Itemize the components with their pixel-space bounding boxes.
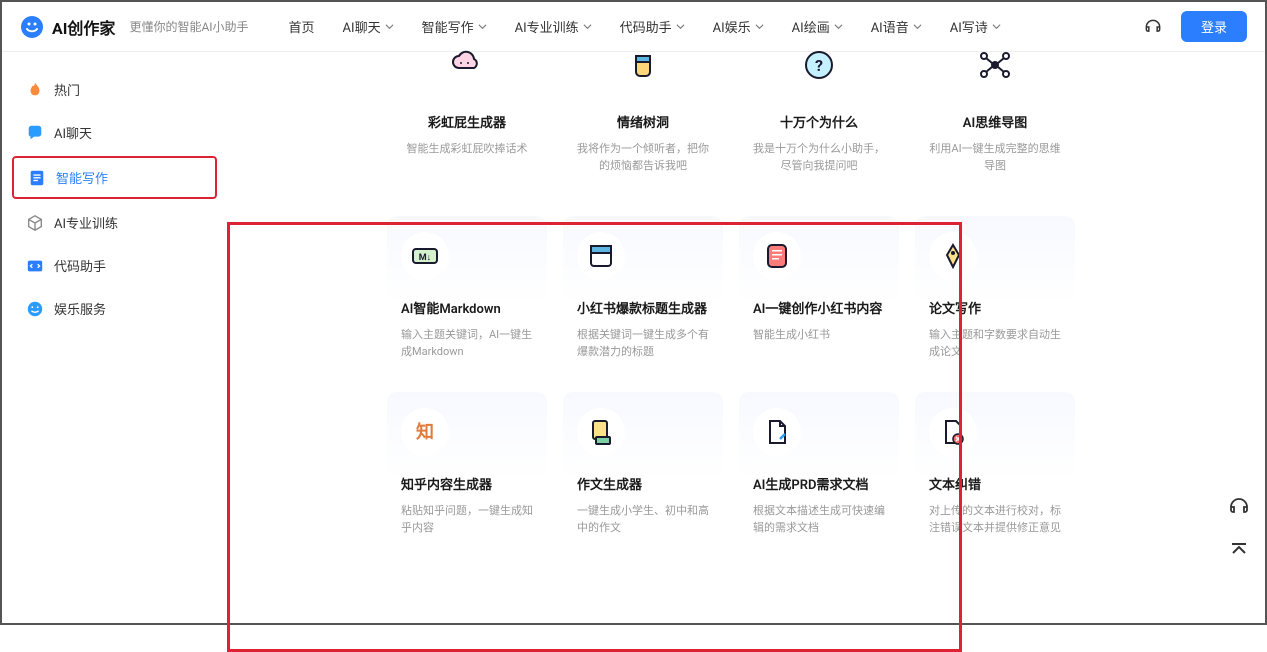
markdown-icon: M↓	[401, 232, 449, 280]
nav-draw[interactable]: AI绘画	[792, 17, 843, 36]
svg-text:M↓: M↓	[419, 253, 431, 263]
float-support-icon[interactable]	[1227, 495, 1251, 519]
card-desc: 根据文本描述生成可快速编辑的需求文档	[753, 503, 885, 536]
nav-code[interactable]: 代码助手	[620, 17, 685, 36]
nav-aichat[interactable]: AI聊天	[343, 17, 394, 36]
top-card-why[interactable]: ? 十万个为什么 我是十万个为什么小助手，尽管向我提问吧	[739, 48, 899, 188]
cloud-icon	[450, 48, 484, 82]
card-title: 小红书爆款标题生成器	[577, 298, 709, 317]
card-title: AI智能Markdown	[401, 298, 533, 317]
card-desc: 我是十万个为什么小助手，尽管向我提问吧	[749, 141, 889, 174]
nav-fun[interactable]: AI娱乐	[713, 17, 764, 36]
sidebar-label: AI聊天	[54, 123, 92, 142]
chevron-down-icon	[834, 22, 843, 31]
card-desc: 输入主题和字数要求自动生成论文	[929, 327, 1061, 360]
pen-icon	[929, 232, 977, 280]
brand-name: AI创作家	[52, 15, 115, 39]
cube-icon	[26, 214, 44, 232]
card-title: 文本纠错	[929, 474, 1061, 493]
sidebar-label: 智能写作	[56, 168, 108, 187]
zhihu-icon: 知	[401, 408, 449, 456]
sidebar-item-aichat[interactable]: AI聊天	[12, 113, 217, 152]
sidebar-item-writing[interactable]: 智能写作	[12, 156, 217, 199]
login-button[interactable]: 登录	[1181, 11, 1247, 42]
sidebar-item-hot[interactable]: 热门	[12, 70, 217, 109]
top-nav: 首页 AI聊天 智能写作 AI专业训练 代码助手 AI娱乐 AI绘画 AI语音 …	[289, 17, 1001, 36]
svg-text:?: ?	[815, 56, 823, 75]
question-icon: ?	[802, 48, 836, 82]
chevron-down-icon	[478, 22, 487, 31]
sidebar-item-code[interactable]: 代码助手	[12, 246, 217, 285]
card-title: 知乎内容生成器	[401, 474, 533, 493]
sidebar-label: 热门	[54, 80, 80, 99]
card-desc: 智能生成小红书	[753, 327, 885, 344]
card-essay[interactable]: 作文生成器 一键生成小学生、初中和高中的作文	[563, 392, 723, 552]
card-desc: 我将作为一个倾听者，把你的烦恼都告诉我吧	[573, 141, 713, 174]
chat-icon	[26, 124, 44, 142]
card-desc: 智能生成彩虹屁吹捧话术	[397, 141, 537, 158]
sidebar-item-pro[interactable]: AI专业训练	[12, 203, 217, 242]
scroll-top-icon[interactable]	[1227, 539, 1251, 563]
note-icon	[753, 232, 801, 280]
doc-icon	[28, 169, 46, 187]
chevron-down-icon	[755, 22, 764, 31]
card-title: AI生成PRD需求文档	[753, 474, 885, 493]
mindmap-icon	[978, 48, 1012, 82]
card-correct[interactable]: 文本纠错 对上传的文本进行校对，标注错误文本并提供修正意见	[915, 392, 1075, 552]
chevron-down-icon	[583, 22, 592, 31]
smile-icon	[26, 300, 44, 318]
card-title: 情绪树洞	[573, 112, 713, 131]
nav-writing[interactable]: 智能写作	[422, 17, 487, 36]
card-desc: 根据关键词一键生成多个有爆款潜力的标题	[577, 327, 709, 360]
sidebar-label: AI专业训练	[54, 213, 118, 232]
card-desc: 利用AI一键生成完整的思维导图	[925, 141, 1065, 174]
card-title: 论文写作	[929, 298, 1061, 317]
card-zhihu[interactable]: 知 知乎内容生成器 粘贴知乎问题，一键生成知乎内容	[387, 392, 547, 552]
sidebar-label: 娱乐服务	[54, 299, 106, 318]
logo-icon	[20, 15, 44, 39]
card-desc: 粘贴知乎问题，一键生成知乎内容	[401, 503, 533, 536]
nav-pro[interactable]: AI专业训练	[515, 17, 592, 36]
card-prd[interactable]: AI生成PRD需求文档 根据文本描述生成可快速编辑的需求文档	[739, 392, 899, 552]
card-title: 彩虹屁生成器	[397, 112, 537, 131]
code-icon	[26, 257, 44, 275]
top-card-mindmap[interactable]: AI思维导图 利用AI一键生成完整的思维导图	[915, 48, 1075, 188]
card-desc: 一键生成小学生、初中和高中的作文	[577, 503, 709, 536]
card-desc: 对上传的文本进行校对，标注错误文本并提供修正意见	[929, 503, 1061, 536]
card-title: AI思维导图	[925, 112, 1065, 131]
prd-icon	[753, 408, 801, 456]
support-icon[interactable]	[1143, 17, 1163, 37]
cup-icon	[626, 48, 660, 82]
card-xhs-title[interactable]: 小红书爆款标题生成器 根据关键词一键生成多个有爆款潜力的标题	[563, 216, 723, 376]
chevron-down-icon	[913, 22, 922, 31]
svg-text:知: 知	[416, 421, 434, 443]
card-xhs-content[interactable]: AI一键创作小红书内容 智能生成小红书	[739, 216, 899, 376]
card-title: 作文生成器	[577, 474, 709, 493]
card-title: 十万个为什么	[749, 112, 889, 131]
fire-icon	[26, 81, 44, 99]
sidebar-item-fun[interactable]: 娱乐服务	[12, 289, 217, 328]
nav-poem[interactable]: AI写诗	[950, 17, 1001, 36]
chevron-down-icon	[676, 22, 685, 31]
top-card-rainbow[interactable]: 彩虹屁生成器 智能生成彩虹屁吹捧话术	[387, 48, 547, 188]
nav-voice[interactable]: AI语音	[871, 17, 922, 36]
subtitle: 更懂你的智能AI小助手	[129, 18, 248, 35]
card-markdown[interactable]: M↓ AI智能Markdown 输入主题关键词，AI一键生成Markdown	[387, 216, 547, 376]
essay-icon	[577, 408, 625, 456]
sidebar-label: 代码助手	[54, 256, 106, 275]
top-card-emotion[interactable]: 情绪树洞 我将作为一个倾听者，把你的烦恼都告诉我吧	[563, 48, 723, 188]
chevron-down-icon	[992, 22, 1001, 31]
chevron-down-icon	[385, 22, 394, 31]
sidebar: 热门 AI聊天 智能写作 AI专业训练 代码助手 娱乐服务	[2, 52, 227, 623]
card-title: AI一键创作小红书内容	[753, 298, 885, 317]
card-paper[interactable]: 论文写作 输入主题和字数要求自动生成论文	[915, 216, 1075, 376]
correct-icon	[929, 408, 977, 456]
card-desc: 输入主题关键词，AI一键生成Markdown	[401, 327, 533, 360]
window-icon	[577, 232, 625, 280]
nav-home[interactable]: 首页	[289, 17, 315, 36]
